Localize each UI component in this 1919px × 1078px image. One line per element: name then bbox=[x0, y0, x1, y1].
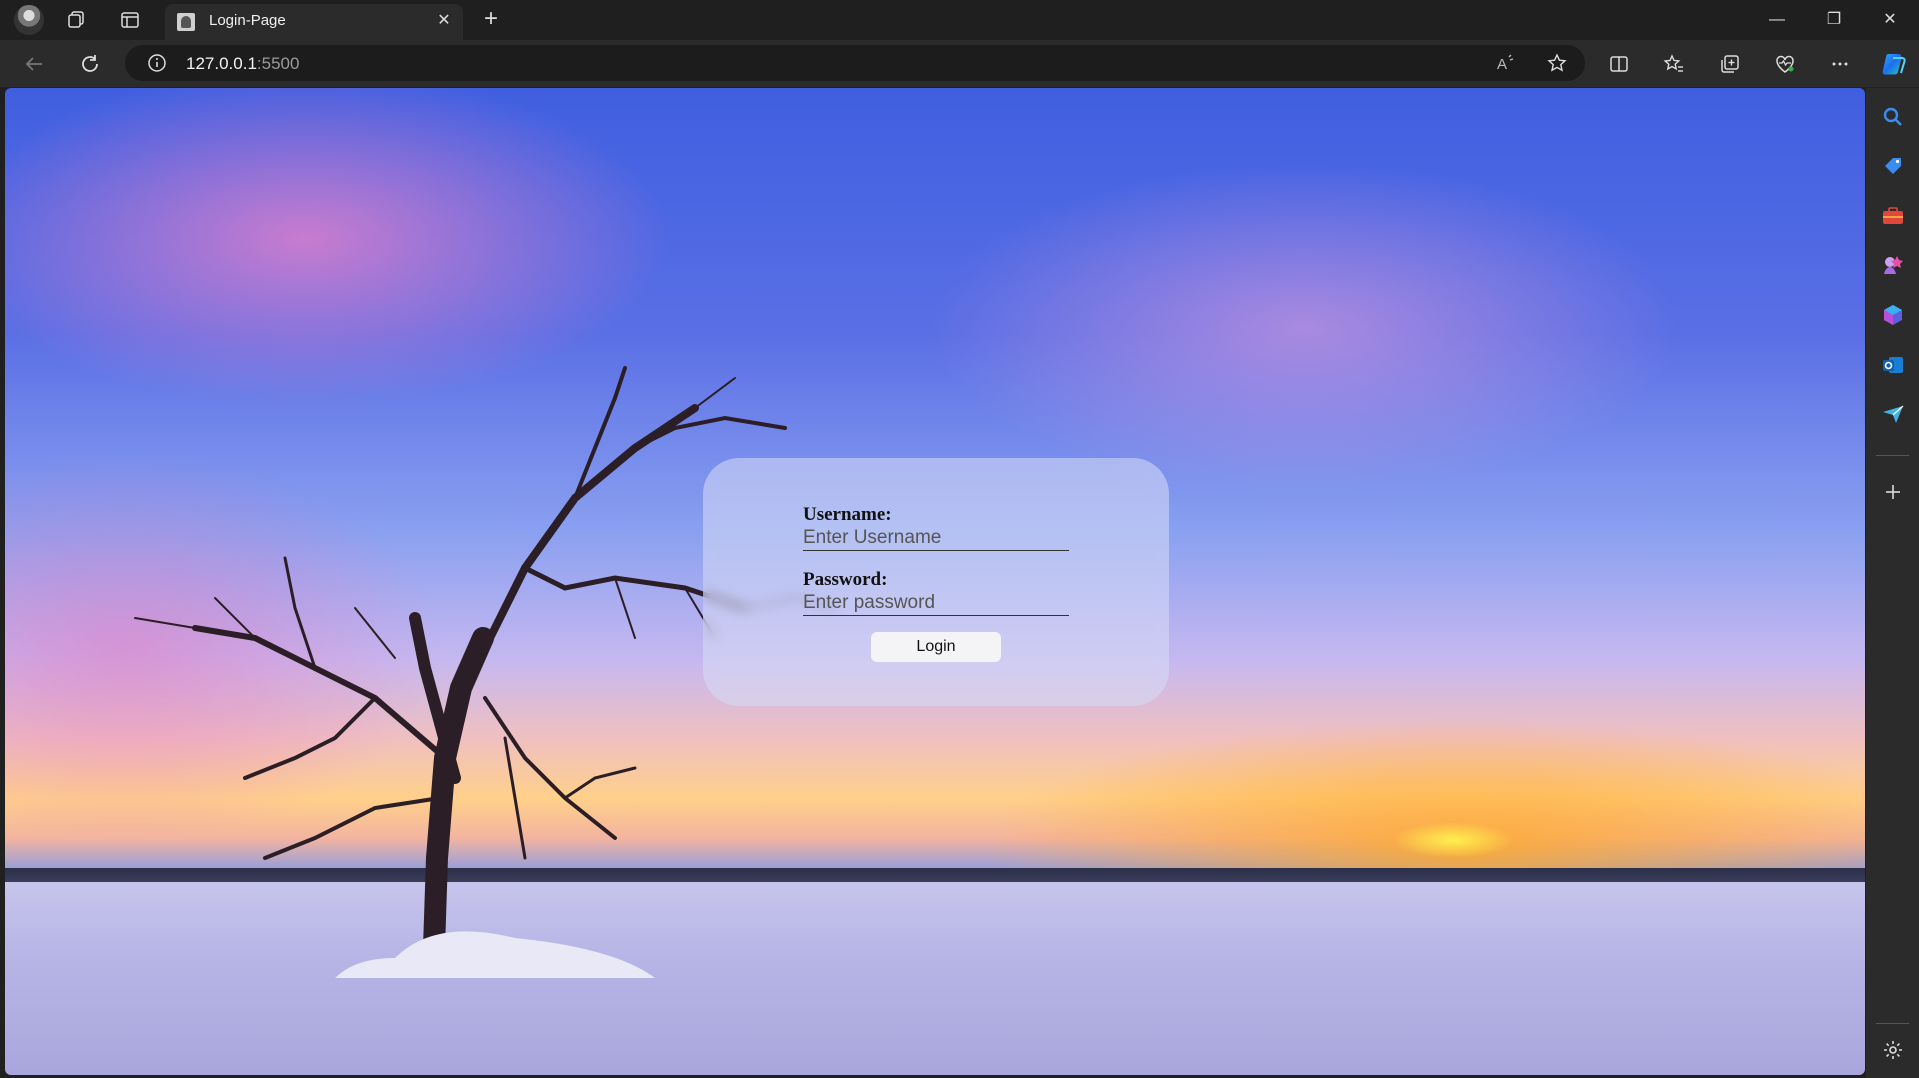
copilot-icon[interactable] bbox=[1878, 48, 1910, 80]
tab-title: Login-Page bbox=[209, 12, 286, 29]
password-input[interactable] bbox=[803, 591, 1069, 616]
favorite-star-icon[interactable] bbox=[1543, 49, 1571, 77]
site-info-icon[interactable] bbox=[143, 49, 171, 77]
add-icon[interactable] bbox=[1880, 482, 1906, 508]
sidebar-divider bbox=[1876, 455, 1909, 456]
minimize-button[interactable]: — bbox=[1757, 6, 1797, 34]
games-icon[interactable] bbox=[1880, 252, 1906, 278]
svg-text:A: A bbox=[1497, 56, 1507, 73]
tab-favicon-icon bbox=[177, 13, 195, 31]
drop-icon[interactable] bbox=[1880, 401, 1906, 427]
login-card: Username: Password: Login bbox=[703, 458, 1169, 706]
new-tab-button[interactable]: + bbox=[478, 7, 504, 33]
search-icon[interactable] bbox=[1880, 104, 1906, 130]
profile-avatar[interactable] bbox=[14, 5, 44, 35]
read-aloud-icon[interactable]: A bbox=[1491, 49, 1519, 77]
close-window-button[interactable]: ✕ bbox=[1870, 6, 1910, 34]
tab-actions-icon[interactable] bbox=[118, 8, 142, 32]
shopping-icon[interactable] bbox=[1880, 153, 1906, 179]
browser-toolbar: 127.0.0.1:5500 A bbox=[0, 40, 1919, 87]
tools-icon[interactable] bbox=[1880, 203, 1906, 229]
edge-sidebar bbox=[1866, 88, 1919, 1078]
url-port: :5500 bbox=[256, 54, 300, 73]
password-label: Password: bbox=[803, 569, 888, 590]
collections-icon[interactable] bbox=[1716, 50, 1744, 78]
refresh-icon[interactable] bbox=[76, 50, 104, 78]
browser-essentials-icon[interactable] bbox=[1771, 50, 1799, 78]
url-host: 127.0.0.1 bbox=[186, 54, 257, 73]
favorites-icon[interactable] bbox=[1660, 50, 1688, 78]
back-icon[interactable] bbox=[20, 50, 48, 78]
workspaces-icon[interactable] bbox=[64, 8, 88, 32]
tab-login-page[interactable]: Login-Page ✕ bbox=[165, 4, 463, 40]
username-input[interactable] bbox=[803, 526, 1069, 551]
split-screen-icon[interactable] bbox=[1605, 50, 1633, 78]
page-viewport: Username: Password: Login bbox=[5, 88, 1865, 1075]
login-button[interactable]: Login bbox=[871, 632, 1001, 662]
title-bar: Login-Page ✕ + — ❐ ✕ bbox=[0, 0, 1919, 40]
more-icon[interactable] bbox=[1826, 50, 1854, 78]
username-label: Username: bbox=[803, 504, 892, 525]
address-bar[interactable]: 127.0.0.1:5500 A bbox=[125, 45, 1585, 81]
restore-button[interactable]: ❐ bbox=[1814, 6, 1854, 34]
sidebar-divider-bottom bbox=[1876, 1023, 1909, 1024]
settings-icon[interactable] bbox=[1880, 1039, 1906, 1065]
url-text[interactable]: 127.0.0.1:5500 bbox=[186, 54, 299, 74]
tab-close-icon[interactable]: ✕ bbox=[433, 10, 455, 32]
microsoft-365-icon[interactable] bbox=[1880, 302, 1906, 328]
login-form: Username: Password: Login bbox=[803, 504, 1069, 662]
outlook-icon[interactable] bbox=[1880, 352, 1906, 378]
